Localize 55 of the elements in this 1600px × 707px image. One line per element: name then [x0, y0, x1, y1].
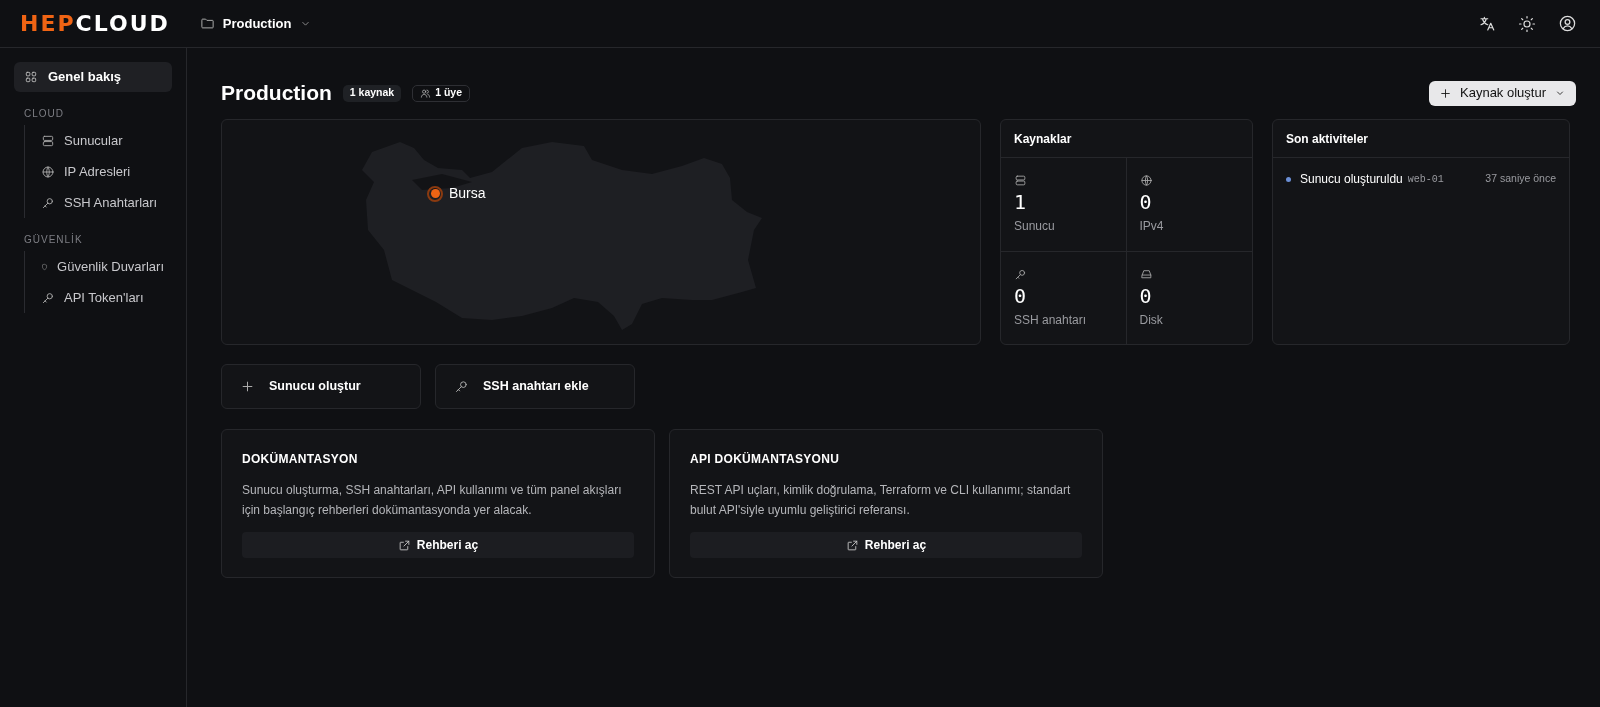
- sidebar-item[interactable]: API Token'ları: [33, 282, 172, 313]
- sidebar-item[interactable]: SSH Anahtarları: [33, 187, 172, 218]
- key-icon: [41, 195, 55, 210]
- server-icon: [41, 133, 55, 148]
- plus-icon: [240, 379, 255, 394]
- activity-time: 37 saniye önce: [1485, 171, 1556, 187]
- plus-icon: [1439, 86, 1452, 100]
- stat-value: 0: [1139, 282, 1152, 309]
- sidebar-item[interactable]: Genel bakış: [14, 62, 172, 92]
- sidebar-item[interactable]: Sunucular: [33, 125, 172, 156]
- globe-icon: [41, 164, 55, 179]
- external-link-icon: [397, 538, 411, 552]
- card-title: Kaynaklar: [1014, 130, 1072, 148]
- server-icon: [1014, 174, 1027, 187]
- sidebar-item[interactable]: IP Adresleri: [33, 156, 172, 187]
- stat-label: Disk: [1139, 311, 1163, 329]
- sidebar-item[interactable]: Güvenlik Duvarları: [33, 251, 172, 282]
- users-icon: [420, 87, 432, 99]
- stat-value: 0: [1139, 189, 1152, 215]
- folder-icon: [199, 16, 215, 31]
- stat-value: 0: [1014, 282, 1027, 309]
- user-icon: [1558, 14, 1577, 33]
- key-icon: [454, 379, 469, 394]
- stat-label: Sunucu: [1014, 218, 1055, 235]
- stat-label: SSH anahtarı: [1014, 311, 1087, 329]
- stat-label: IPv4: [1139, 218, 1164, 235]
- card-title: API DOKÜMANTASYONU: [690, 451, 840, 468]
- quick-action-button[interactable]: SSH anahtarı ekle: [435, 364, 635, 409]
- activity-text: Sunucu oluşturuldu: [1300, 171, 1403, 188]
- project-selector[interactable]: Production: [199, 13, 313, 34]
- section-title: GÜVENLİK: [23, 232, 84, 247]
- open-guide-button[interactable]: Rehberi aç: [690, 532, 1082, 558]
- stat-value: 1: [1014, 189, 1027, 215]
- server-name: web-01: [1407, 172, 1444, 187]
- quick-action-button[interactable]: Sunucu oluştur: [221, 364, 421, 409]
- sun-icon: [1518, 14, 1536, 33]
- create-resource-button[interactable]: Kaynak oluştur: [1429, 80, 1576, 106]
- badge: 1 kaynak: [342, 84, 402, 102]
- open-guide-button[interactable]: Rehberi aç: [242, 532, 634, 558]
- translate-icon: [1478, 14, 1496, 33]
- location-pin-icon: [427, 185, 443, 202]
- card-title: DOKÜMANTASYON: [242, 451, 358, 468]
- key-icon: [41, 290, 55, 305]
- section-title: CLOUD: [23, 107, 65, 121]
- logo[interactable]: HEPCLOUD: [20, 12, 170, 35]
- card-description: REST API uçları, kimlik doğrulama, Terraform ve CLI kullanımı; standart bulut API'siyle uyumlu geliştirici referansı.: [690, 482, 1072, 519]
- globe-icon: [1139, 174, 1153, 187]
- card-title: Son aktiviteler: [1286, 130, 1369, 148]
- grid-icon: [24, 70, 38, 84]
- external-link-icon: [845, 538, 859, 552]
- pin-label: Bursa: [449, 184, 486, 203]
- card-description: Sunucu oluşturma, SSH anahtarları, API kullanımı ve tüm panel akışları için başlangıç rehberleri dokümantasyonda yer alacak.: [242, 482, 623, 519]
- page-title: Production: [221, 80, 332, 107]
- badge: 1 üye: [412, 84, 471, 102]
- key-icon: [1014, 267, 1027, 281]
